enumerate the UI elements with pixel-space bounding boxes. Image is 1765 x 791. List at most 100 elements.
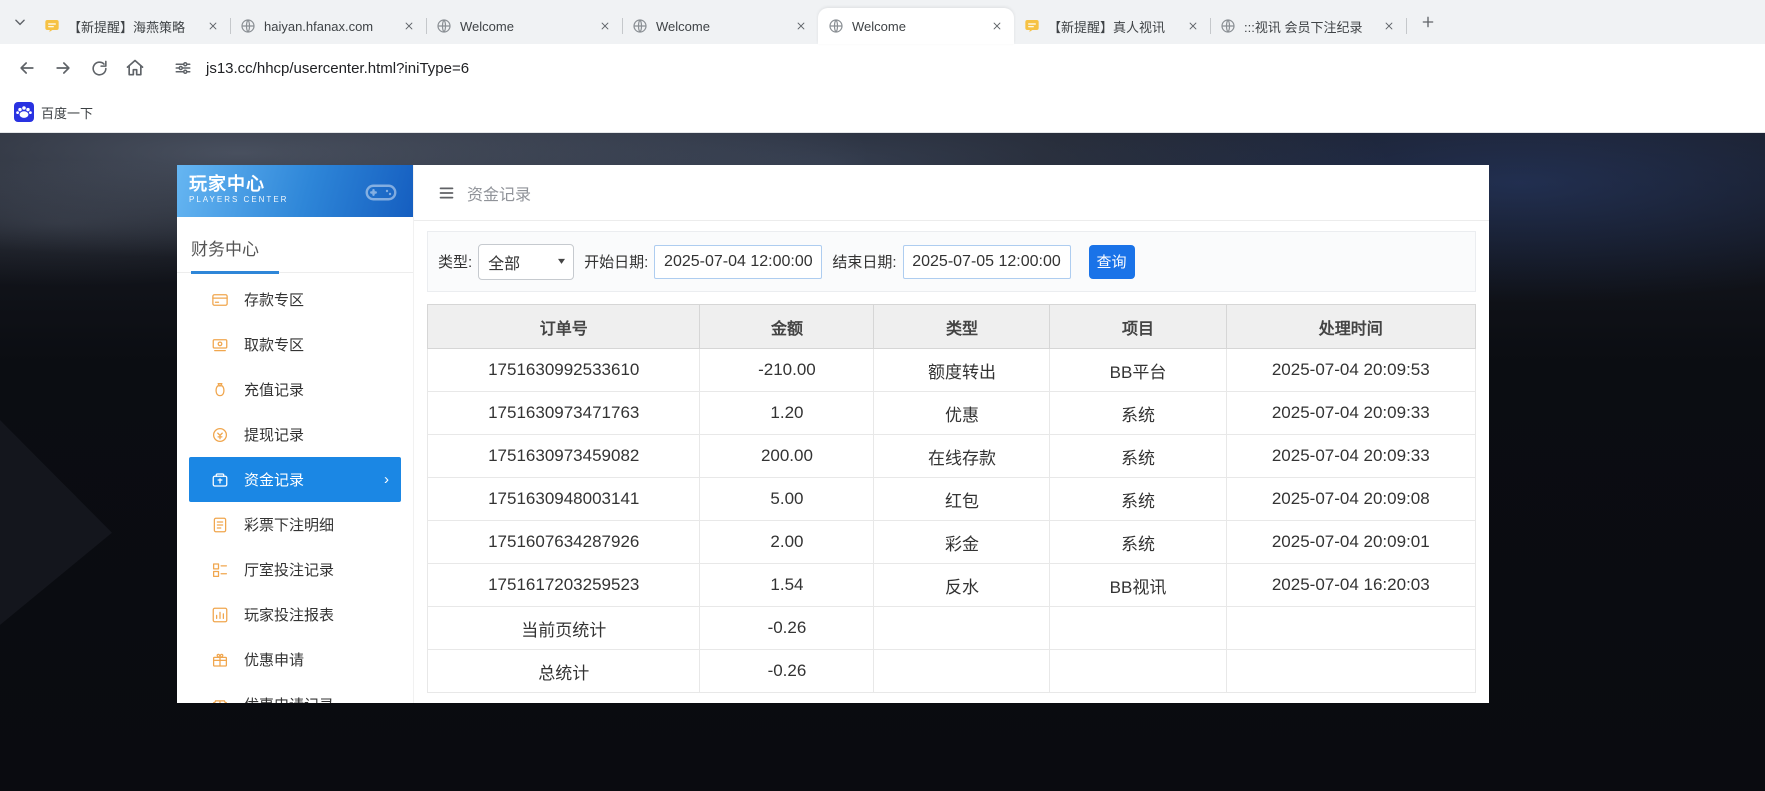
withdraw-cash-icon xyxy=(211,336,229,354)
page-title: 资金记录 xyxy=(467,181,531,205)
chart-icon xyxy=(211,606,229,624)
tabs-container: 【新提醒】海燕策略haiyan.hfanax.comWelcomeWelcome… xyxy=(34,0,1406,44)
globe-icon xyxy=(436,18,452,34)
tab-close-icon[interactable] xyxy=(596,17,614,35)
table-cell: 1751630992533610 xyxy=(428,349,700,392)
sidebar-item-ticket[interactable]: 优惠申请记录 xyxy=(189,682,401,703)
browser-tab[interactable]: haiyan.hfanax.com xyxy=(230,8,426,44)
bookmark-baidu[interactable]: 百度一下 xyxy=(14,102,93,122)
tab-close-icon[interactable] xyxy=(1380,17,1398,35)
table-cell: BB平台 xyxy=(1050,349,1226,392)
table-cell xyxy=(1226,607,1475,650)
tab-title: 【新提醒】真人视讯 xyxy=(1048,17,1176,36)
hamburger-menu-icon[interactable] xyxy=(437,185,456,201)
player-center-panel: 玩家中心 PLAYERS CENTER 财务中心 存款专区取款专区充值记录提现记… xyxy=(177,165,1489,703)
query-button[interactable]: 查询 xyxy=(1089,245,1135,279)
table-cell xyxy=(1050,650,1226,693)
yellow-chat-icon xyxy=(1024,18,1040,34)
gift-icon xyxy=(211,651,229,669)
back-button[interactable] xyxy=(10,51,44,85)
table-header-cell: 订单号 xyxy=(428,305,700,349)
list-doc-icon xyxy=(211,516,229,534)
tab-title: Welcome xyxy=(656,19,784,34)
table-cell xyxy=(874,650,1050,693)
table-cell: 2025-07-04 20:09:01 xyxy=(1226,521,1475,564)
table-cell: 2025-07-04 16:20:03 xyxy=(1226,564,1475,607)
gamepad-icon xyxy=(361,173,401,209)
table-row: 17516309734717631.20优惠系统2025-07-04 20:09… xyxy=(428,392,1476,435)
table-row: 1751630992533610-210.00额度转出BB平台2025-07-0… xyxy=(428,349,1476,392)
chevron-right-icon: › xyxy=(384,472,389,487)
table-cell: 额度转出 xyxy=(874,349,1050,392)
table-cell: 200.00 xyxy=(700,435,874,478)
sidebar-item-label: 彩票下注明细 xyxy=(244,514,334,535)
table-cell: BB视讯 xyxy=(1050,564,1226,607)
browser-tab[interactable]: Welcome xyxy=(622,8,818,44)
table-cell xyxy=(1226,650,1475,693)
tab-close-icon[interactable] xyxy=(988,17,1006,35)
table-cell: 1751617203259523 xyxy=(428,564,700,607)
globe-icon xyxy=(632,18,648,34)
start-date-input[interactable] xyxy=(654,245,822,279)
browser-tab[interactable]: :::视讯 会员下注纪录 xyxy=(1210,8,1406,44)
sidebar-item-deposit-card[interactable]: 存款专区 xyxy=(189,277,401,322)
sidebar-item-label: 存款专区 xyxy=(244,289,304,310)
sidebar-item-label: 充值记录 xyxy=(244,379,304,400)
new-tab-button[interactable] xyxy=(1414,8,1442,36)
content-header: 资金记录 xyxy=(414,165,1489,221)
table-header-cell: 处理时间 xyxy=(1226,305,1475,349)
table-row: 17516076342879262.00彩金系统2025-07-04 20:09… xyxy=(428,521,1476,564)
sidebar-item-chart[interactable]: 玩家投注报表 xyxy=(189,592,401,637)
site-settings-icon[interactable] xyxy=(168,53,198,83)
end-date-input[interactable] xyxy=(903,245,1071,279)
sidebar-item-list-doc[interactable]: 彩票下注明细 xyxy=(189,502,401,547)
tab-close-icon[interactable] xyxy=(400,17,418,35)
table-header-cell: 金额 xyxy=(700,305,874,349)
table-cell: -210.00 xyxy=(700,349,874,392)
arrow-right-icon xyxy=(53,58,73,78)
sidebar-menu: 存款专区取款专区充值记录提现记录资金记录› 彩票下注明细厅室投注记录玩家投注报表优… xyxy=(177,273,413,703)
table-cell: 1751630973459082 xyxy=(428,435,700,478)
browser-tab[interactable]: 【新提醒】真人视讯 xyxy=(1014,8,1210,44)
sidebar-item-gift[interactable]: 优惠申请 xyxy=(189,637,401,682)
start-date-label: 开始日期: xyxy=(584,251,648,272)
chevron-down-icon: ▾ xyxy=(558,256,565,267)
funds-record-table: 订单号金额类型项目处理时间 1751630992533610-210.00额度转… xyxy=(427,304,1476,693)
home-button[interactable] xyxy=(118,51,152,85)
page-background: 玩家中心 PLAYERS CENTER 财务中心 存款专区取款专区充值记录提现记… xyxy=(0,133,1765,791)
refresh-button[interactable] xyxy=(82,51,116,85)
browser-tab[interactable]: 【新提醒】海燕策略 xyxy=(34,8,230,44)
tab-title: :::视讯 会员下注纪录 xyxy=(1244,17,1372,36)
tab-close-icon[interactable] xyxy=(204,17,222,35)
table-cell: 优惠 xyxy=(874,392,1050,435)
table-cell: 1.54 xyxy=(700,564,874,607)
table-cell: 2025-07-04 20:09:33 xyxy=(1226,435,1475,478)
table-row: 17516172032595231.54反水BB视讯2025-07-04 16:… xyxy=(428,564,1476,607)
table-cell: -0.26 xyxy=(700,650,874,693)
address-bar[interactable]: js13.cc/hhcp/usercenter.html?iniType=6 xyxy=(206,60,469,77)
sidebar-item-funds[interactable]: 资金记录› xyxy=(189,457,401,502)
forward-button[interactable] xyxy=(46,51,80,85)
tab-close-icon[interactable] xyxy=(792,17,810,35)
table-cell: 红包 xyxy=(874,478,1050,521)
table-cell: 当前页统计 xyxy=(428,607,700,650)
type-select[interactable]: 全部 ▾ xyxy=(478,244,574,280)
browser-tab[interactable]: Welcome xyxy=(818,8,1014,44)
tab-title: 【新提醒】海燕策略 xyxy=(68,17,196,36)
table-head: 订单号金额类型项目处理时间 xyxy=(428,305,1476,349)
sidebar-item-money-bag[interactable]: 充值记录 xyxy=(189,367,401,412)
sidebar-item-coin[interactable]: 提现记录 xyxy=(189,412,401,457)
table-cell: 2.00 xyxy=(700,521,874,564)
tab-search-button[interactable] xyxy=(6,8,34,36)
sidebar-item-label: 提现记录 xyxy=(244,424,304,445)
browser-toolbar: js13.cc/hhcp/usercenter.html?iniType=6 xyxy=(0,44,1765,92)
table-cell: 1751630973471763 xyxy=(428,392,700,435)
sidebar-item-label: 玩家投注报表 xyxy=(244,604,334,625)
bookmarks-bar: 百度一下 xyxy=(0,92,1765,133)
sidebar-item-grid-list[interactable]: 厅室投注记录 xyxy=(189,547,401,592)
browser-window: 【新提醒】海燕策略haiyan.hfanax.comWelcomeWelcome… xyxy=(0,0,1765,133)
browser-tab[interactable]: Welcome xyxy=(426,8,622,44)
sidebar-item-withdraw-cash[interactable]: 取款专区 xyxy=(189,322,401,367)
tab-close-icon[interactable] xyxy=(1184,17,1202,35)
table-cell: 5.00 xyxy=(700,478,874,521)
